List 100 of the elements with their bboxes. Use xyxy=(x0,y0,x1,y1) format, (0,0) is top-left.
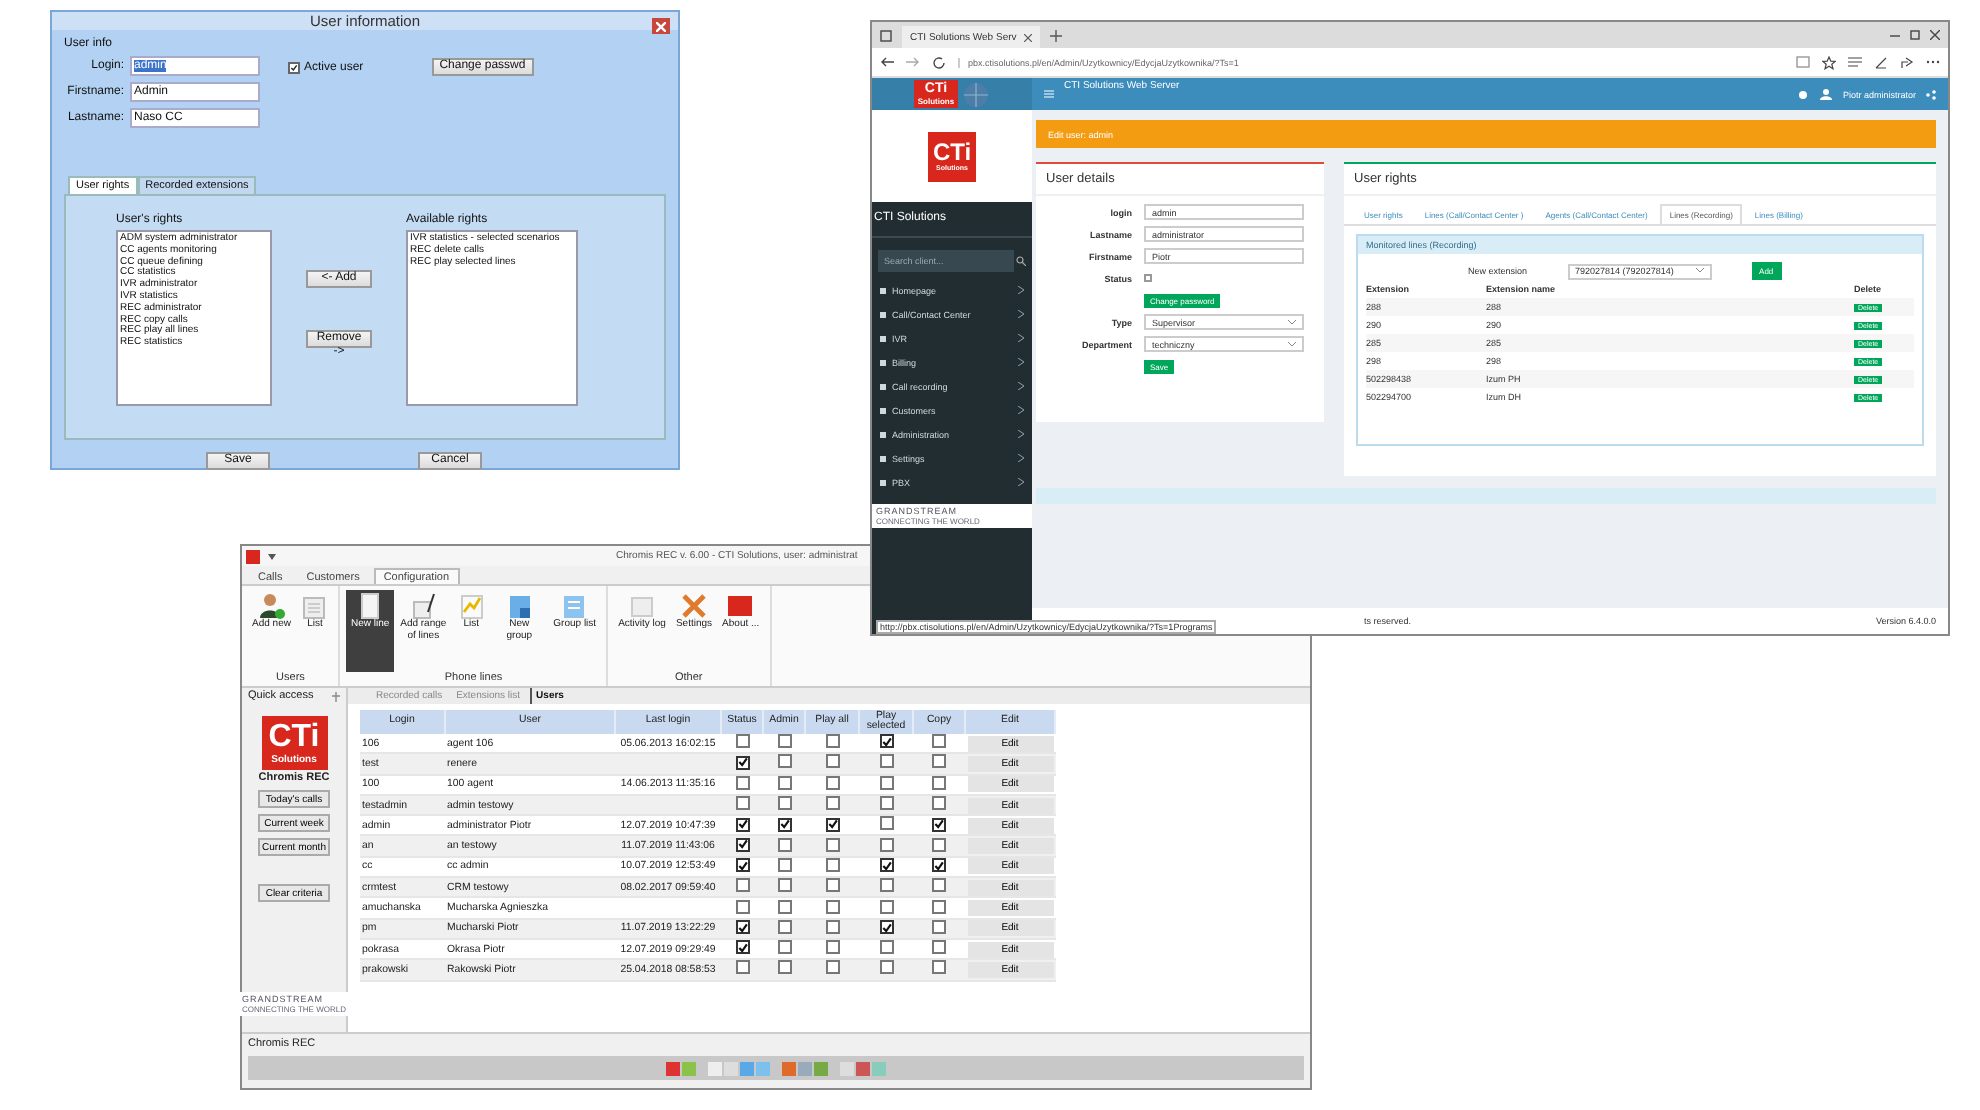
chart-icon xyxy=(457,592,486,620)
chevron-icon xyxy=(1018,358,1024,366)
bullet-icon xyxy=(880,431,886,437)
checkbox[interactable] xyxy=(735,878,749,893)
checkbox[interactable] xyxy=(1144,274,1152,282)
new-tab-icon[interactable] xyxy=(1050,29,1063,41)
checkbox[interactable] xyxy=(825,899,839,914)
checkbox[interactable] xyxy=(735,796,749,811)
chevron-icon xyxy=(1018,478,1024,486)
checkbox[interactable] xyxy=(735,920,749,935)
checkbox[interactable] xyxy=(735,734,749,749)
caret-icon xyxy=(1695,268,1704,274)
bullet-icon xyxy=(880,479,886,485)
checkbox[interactable] xyxy=(825,837,839,852)
share-icon[interactable] xyxy=(1900,55,1914,69)
checkbox[interactable] xyxy=(879,878,893,893)
chevron-icon xyxy=(1018,406,1024,414)
checkbox[interactable] xyxy=(735,837,749,852)
pen-icon[interactable] xyxy=(1874,55,1888,69)
list-icon xyxy=(560,592,589,620)
checkbox[interactable] xyxy=(932,754,946,769)
pencil-icon xyxy=(409,592,438,620)
close-button[interactable] xyxy=(652,18,670,34)
checkbox[interactable] xyxy=(735,960,749,975)
maximize-icon[interactable] xyxy=(1910,30,1920,40)
bullet-icon xyxy=(880,383,886,389)
document-icon xyxy=(300,592,329,620)
close-icon[interactable] xyxy=(1930,30,1940,40)
refresh-icon[interactable] xyxy=(932,55,946,69)
checkbox[interactable] xyxy=(825,817,839,832)
checkbox[interactable] xyxy=(777,754,791,769)
close-icon[interactable] xyxy=(1024,33,1033,41)
checkbox[interactable] xyxy=(735,940,749,955)
checkbox[interactable] xyxy=(735,755,749,770)
close-icon xyxy=(656,21,666,31)
checkbox[interactable] xyxy=(735,817,749,832)
back-icon[interactable] xyxy=(880,56,894,68)
checkbox[interactable] xyxy=(777,796,791,811)
chevron-icon xyxy=(1018,286,1024,294)
caret-icon xyxy=(1288,341,1296,347)
checkbox[interactable] xyxy=(825,940,839,955)
checkbox[interactable] xyxy=(932,858,946,873)
checkbox[interactable] xyxy=(932,899,946,914)
checkbox[interactable] xyxy=(825,796,839,811)
checkbox[interactable] xyxy=(879,816,893,831)
logo-icon xyxy=(246,549,260,563)
checkbox[interactable] xyxy=(932,960,946,975)
bullet-icon xyxy=(880,455,886,461)
folder-icon xyxy=(505,592,534,620)
checkbox[interactable] xyxy=(777,899,791,914)
star-icon[interactable] xyxy=(1822,55,1836,69)
checkbox[interactable] xyxy=(932,940,946,955)
forward-icon[interactable] xyxy=(906,56,920,68)
checkbox[interactable] xyxy=(879,796,893,811)
checkbox[interactable] xyxy=(932,837,946,852)
menu-icon[interactable] xyxy=(1848,56,1862,68)
reading-view-icon[interactable] xyxy=(1796,56,1810,68)
dropdown-icon[interactable] xyxy=(268,553,276,559)
checkbox[interactable] xyxy=(825,878,839,893)
checkbox[interactable] xyxy=(735,858,749,873)
document-icon xyxy=(628,592,657,620)
checkbox[interactable] xyxy=(825,754,839,769)
checkbox[interactable] xyxy=(777,960,791,975)
minimize-icon[interactable] xyxy=(1890,30,1900,40)
share-icon[interactable] xyxy=(1926,89,1936,99)
checkbox[interactable] xyxy=(777,817,791,832)
page-icon xyxy=(356,592,385,620)
tools-icon xyxy=(680,592,708,620)
logo-icon xyxy=(726,592,755,620)
bullet-icon xyxy=(880,335,886,341)
checkbox[interactable] xyxy=(879,920,893,935)
checkbox[interactable] xyxy=(879,858,893,873)
checkbox[interactable] xyxy=(777,878,791,893)
search-icon[interactable] xyxy=(1016,256,1026,266)
checkbox[interactable] xyxy=(879,940,893,955)
checkbox[interactable] xyxy=(932,817,946,832)
chevron-icon xyxy=(1018,334,1024,342)
checkbox[interactable] xyxy=(932,878,946,893)
checkbox[interactable] xyxy=(825,734,839,749)
person-icon xyxy=(257,592,286,620)
chevron-icon xyxy=(1018,430,1024,438)
bullet-icon xyxy=(880,287,886,293)
checkbox[interactable] xyxy=(932,734,946,749)
checkbox[interactable] xyxy=(777,837,791,852)
checkbox[interactable] xyxy=(777,940,791,955)
checkbox[interactable] xyxy=(879,734,893,749)
checkbox[interactable] xyxy=(825,960,839,975)
tab-menu-icon[interactable] xyxy=(880,29,892,41)
checkbox[interactable] xyxy=(932,796,946,811)
chevron-icon xyxy=(1018,454,1024,462)
checkbox[interactable] xyxy=(879,899,893,914)
checkbox[interactable] xyxy=(879,754,893,769)
checkbox[interactable] xyxy=(879,960,893,975)
checkbox[interactable] xyxy=(879,837,893,852)
bullet-icon xyxy=(880,311,886,317)
bullet-icon xyxy=(880,359,886,365)
user-icon[interactable] xyxy=(1820,88,1833,100)
checkbox[interactable] xyxy=(777,734,791,749)
checkbox[interactable] xyxy=(288,62,300,74)
checkbox[interactable] xyxy=(735,899,749,914)
